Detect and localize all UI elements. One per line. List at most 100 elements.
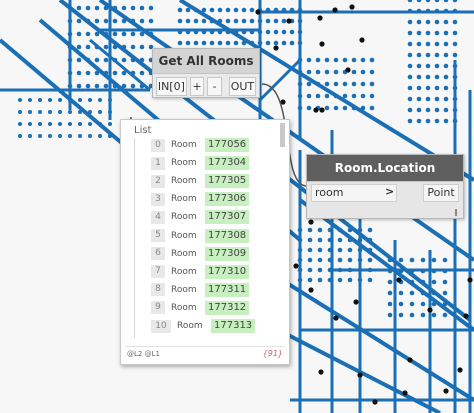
geometry-point (434, 85, 440, 91)
list-item-label: Room (171, 302, 197, 313)
list-item: 0 Room 177056 (151, 138, 250, 152)
geometry-point (318, 369, 324, 375)
geometry-point (467, 277, 473, 283)
geometry-point (407, 357, 413, 363)
geometry-point (452, 96, 458, 102)
geometry-point (38, 122, 42, 126)
geometry-point (431, 268, 437, 274)
node-title[interactable]: Get All Rooms (153, 49, 259, 74)
list-item-index: 10 (151, 319, 171, 333)
geometry-point (18, 110, 22, 114)
geometry-point (351, 81, 357, 87)
list-item: 3 Room 177306 (151, 192, 250, 207)
geometry-point (387, 301, 393, 307)
remove-input-button[interactable]: - (207, 77, 222, 96)
geometry-point (337, 237, 343, 243)
geometry-point (148, 5, 154, 11)
geometry-point (317, 247, 323, 253)
geometry-point (273, 45, 279, 51)
geometry-point (452, 74, 458, 80)
geometry-point (177, 18, 183, 24)
geometry-point (416, 52, 422, 58)
geometry-point (306, 69, 312, 75)
watch-preview-panel[interactable]: List 0 Room 177056 1 Room 177304 2 Room 177305 3 R… (120, 119, 290, 365)
geometry-point (357, 277, 363, 283)
geometry-point (416, 85, 422, 91)
geometry-point (351, 57, 357, 63)
geometry-point (443, 85, 449, 91)
geometry-point (67, 70, 73, 76)
geometry-point (416, 41, 422, 47)
geometry-point (281, 18, 287, 24)
geometry-point (307, 267, 313, 273)
geometry-point (297, 257, 303, 263)
geometry-point (85, 57, 91, 63)
geometry-point (273, 29, 279, 35)
geometry-point (407, 74, 413, 80)
list-item-label: Room (171, 230, 197, 241)
list-item-index: 0 (151, 138, 165, 152)
geometry-point (148, 31, 154, 37)
list-item-label: Room (171, 158, 197, 169)
geometry-point (327, 247, 333, 253)
geometry-point (360, 81, 366, 87)
geometry-point (357, 237, 363, 243)
geometry-point (48, 98, 52, 102)
geometry-point (324, 69, 330, 75)
geometry-point (434, 30, 440, 36)
geometry-point (85, 5, 91, 11)
geometry-point (209, 18, 215, 24)
geometry-point (452, 118, 458, 124)
geometry-point (347, 277, 353, 283)
geometry-point (201, 40, 207, 46)
list-item-index: 9 (151, 301, 165, 315)
list-item-index: 4 (151, 210, 165, 224)
geometry-point (452, 19, 458, 25)
geometry-point (425, 118, 431, 124)
geometry-point (130, 5, 136, 11)
list-item-index: 3 (151, 192, 165, 206)
geometry-point (225, 40, 231, 46)
geometry-point (425, 96, 431, 102)
geometry-point (372, 399, 378, 405)
geometry-point (265, 18, 271, 24)
geometry-point (297, 57, 303, 63)
get-all-rooms-node[interactable]: Get All Rooms IN[0] + - OUT (152, 48, 260, 98)
geometry-point (360, 93, 366, 99)
lacing-chevron-icon[interactable]: > (385, 185, 394, 198)
geometry-point (28, 98, 32, 102)
geometry-point (233, 7, 239, 13)
geometry-point (416, 107, 422, 113)
geometry-point (85, 31, 91, 37)
input-port-in0[interactable]: IN[0] (156, 77, 187, 96)
item-count: {91} (262, 349, 283, 358)
geometry-point (78, 98, 82, 102)
geometry-point (463, 313, 469, 319)
output-port-point[interactable]: Point (423, 184, 459, 202)
node-menu-grip[interactable] (455, 209, 457, 216)
geometry-point (407, 41, 413, 47)
geometry-point (332, 7, 338, 13)
geometry-point (443, 74, 449, 80)
output-port-out[interactable]: OUT (228, 77, 256, 96)
geometry-point (48, 110, 52, 114)
node-title[interactable]: Room.Location (307, 155, 463, 182)
list-item-index: 7 (151, 265, 165, 279)
geometry-point (94, 57, 100, 63)
geometry-point (201, 7, 207, 13)
geometry-point (315, 69, 321, 75)
geometry-point (317, 15, 323, 21)
list-item: 8 Room 177311 (151, 282, 250, 297)
geometry-point (347, 227, 353, 233)
geometry-point (369, 105, 375, 111)
geometry-point (94, 18, 100, 24)
room-location-node[interactable]: Room.Location room > Point (306, 154, 464, 219)
add-input-button[interactable]: + (189, 77, 205, 96)
geometry-point (241, 29, 247, 35)
preview-footer: @L2 @L1 {91} (125, 346, 285, 360)
preview-scrollbar[interactable] (280, 123, 285, 147)
geometry-point (76, 57, 82, 63)
geometry-point (28, 122, 32, 126)
geometry-point (112, 18, 118, 24)
geometry-point (217, 29, 223, 35)
